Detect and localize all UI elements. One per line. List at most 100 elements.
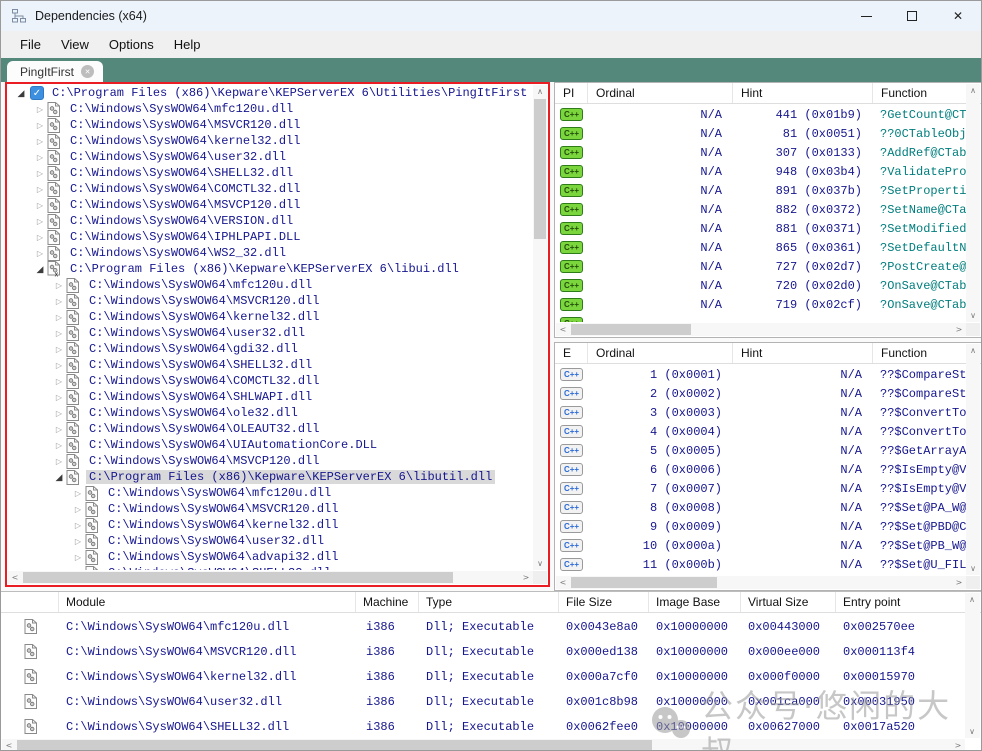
exports-vertical-scrollbar[interactable]	[966, 344, 980, 575]
tree-row[interactable]: C:\Windows\SysWOW64\WS2_32.dll	[8, 245, 532, 261]
tree-row[interactable]: C:\Windows\SysWOW64\kernel32.dll	[8, 517, 532, 533]
tree-row[interactable]: C:\Windows\SysWOW64\MSVCR120.dll	[8, 501, 532, 517]
scroll-down-icon[interactable]	[965, 725, 979, 738]
scroll-up-icon[interactable]	[966, 84, 980, 97]
import-row[interactable]: C++ N/A 865 (0x0361) ?SetDefaultN	[555, 238, 966, 257]
tree-row[interactable]: C:\Windows\SysWOW64\user32.dll	[8, 149, 532, 165]
tree-row[interactable]: C:\Windows\SysWOW64\SHELL32.dll	[8, 357, 532, 373]
tree-row[interactable]: x C:\Program Files (x86)\Kepware\KEPServ…	[8, 261, 532, 277]
tree-row[interactable]: C:\Windows\SysWOW64\MSVCR120.dll	[8, 117, 532, 133]
column-header-pi[interactable]: PI	[555, 83, 588, 103]
tree-row[interactable]: C:\Windows\SysWOW64\MSVCP120.dll	[8, 453, 532, 469]
tree-row[interactable]: C:\Windows\SysWOW64\COMCTL32.dll	[8, 373, 532, 389]
module-row[interactable]: C:\Windows\SysWOW64\user32.dll i386 Dll;…	[1, 689, 965, 714]
tree-row[interactable]: C:\Windows\SysWOW64\user32.dll	[8, 533, 532, 549]
menu-file[interactable]: File	[10, 31, 51, 58]
export-row[interactable]: C++ 11 (0x000b) N/A ??$Set@U_FIL	[555, 555, 966, 574]
scroll-down-icon[interactable]	[966, 562, 980, 575]
column-header-ordinal[interactable]: Ordinal	[588, 343, 733, 363]
column-header-ordinal[interactable]: Ordinal	[588, 83, 733, 103]
export-row[interactable]: C++ 9 (0x0009) N/A ??$Set@PBD@C	[555, 517, 966, 536]
scroll-up-icon[interactable]	[965, 593, 979, 606]
import-row[interactable]: C++	[555, 314, 966, 322]
tab-pingitfirst[interactable]: PingItFirst	[7, 61, 103, 82]
export-row[interactable]: C++ 3 (0x0003) N/A ??$ConvertTo	[555, 403, 966, 422]
tree-vertical-scrollbar[interactable]	[533, 85, 547, 570]
column-header-type[interactable]: Type	[419, 592, 559, 612]
export-row[interactable]: C++ 4 (0x0004) N/A ??$ConvertTo	[555, 422, 966, 441]
export-row[interactable]: C++ 8 (0x0008) N/A ??$Set@PA_W@	[555, 498, 966, 517]
column-header-virtualsize[interactable]: Virtual Size	[741, 592, 836, 612]
modules-hscroll-thumb[interactable]	[17, 740, 652, 750]
column-header-hint[interactable]: Hint	[733, 343, 873, 363]
column-header-e[interactable]: E	[555, 343, 588, 363]
tree-row[interactable]: C:\Windows\SysWOW64\advapi32.dll	[8, 549, 532, 565]
modules-vertical-scrollbar[interactable]	[965, 593, 980, 738]
export-row[interactable]: C++ 2 (0x0002) N/A ??$CompareSt	[555, 384, 966, 403]
import-row[interactable]: C++ N/A 881 (0x0371) ?SetModified	[555, 219, 966, 238]
tree-row[interactable]: C:\Windows\SysWOW64\gdi32.dll	[8, 341, 532, 357]
module-row[interactable]: C:\Windows\SysWOW64\mfc120u.dll i386 Dll…	[1, 614, 965, 639]
import-row[interactable]: C++ N/A 720 (0x02d0) ?OnSave@CTab	[555, 276, 966, 295]
column-header-module[interactable]: Module	[59, 592, 356, 612]
close-button[interactable]	[935, 1, 981, 31]
scroll-right-icon[interactable]	[952, 323, 966, 336]
scroll-right-icon[interactable]	[952, 576, 966, 589]
tree-row[interactable]: C:\Windows\SysWOW64\MSVCP120.dll	[8, 197, 532, 213]
checkbox-checked-icon[interactable]	[30, 86, 44, 100]
tree-row[interactable]: C:\Windows\SysWOW64\IPHLPAPI.DLL	[8, 229, 532, 245]
tree-row[interactable]: C:\Program Files (x86)\Kepware\KEPServer…	[8, 85, 532, 101]
tree-vscroll-thumb[interactable]	[534, 99, 546, 239]
scroll-down-icon[interactable]	[966, 309, 980, 322]
export-row[interactable]: C++ 6 (0x0006) N/A ??$IsEmpty@V	[555, 460, 966, 479]
imports-vertical-scrollbar[interactable]	[966, 84, 980, 322]
export-row[interactable]: C++ 1 (0x0001) N/A ??$CompareSt	[555, 365, 966, 384]
import-row[interactable]: C++ N/A 441 (0x01b9) ?GetCount@CT	[555, 105, 966, 124]
tree-row[interactable]: C:\Windows\SysWOW64\UIAutomationCore.DLL	[8, 437, 532, 453]
chevron-expanded-icon[interactable]	[33, 260, 47, 278]
tree-row[interactable]: C:\Windows\SysWOW64\kernel32.dll	[8, 133, 532, 149]
tree-row[interactable]: C:\Windows\SysWOW64\mfc120u.dll	[8, 277, 532, 293]
export-row[interactable]: C++ 7 (0x0007) N/A ??$IsEmpty@V	[555, 479, 966, 498]
menu-options[interactable]: Options	[99, 31, 164, 58]
import-row[interactable]: C++ N/A 81 (0x0051) ??0CTableObj	[555, 124, 966, 143]
column-header-filesize[interactable]: File Size	[559, 592, 649, 612]
tree-row[interactable]: C:\Windows\SysWOW64\ole32.dll	[8, 405, 532, 421]
tab-close-icon[interactable]	[81, 65, 94, 78]
import-row[interactable]: C++ N/A 307 (0x0133) ?AddRef@CTab	[555, 143, 966, 162]
export-row[interactable]: C++ 10 (0x000a) N/A ??$Set@PB_W@	[555, 536, 966, 555]
menu-help[interactable]: Help	[164, 31, 211, 58]
tree-horizontal-scrollbar[interactable]	[8, 571, 533, 584]
column-header-entrypoint[interactable]: Entry point	[836, 592, 965, 612]
exports-hscroll-thumb[interactable]	[571, 577, 717, 588]
tree-row[interactable]: C:\Windows\SysWOW64\mfc120u.dll	[8, 485, 532, 501]
tree-row[interactable]: C:\Windows\SysWOW64\SHELL32.dll	[8, 165, 532, 181]
import-row[interactable]: C++ N/A 719 (0x02cf) ?OnSave@CTab	[555, 295, 966, 314]
tree-row[interactable]: C:\Program Files (x86)\Kepware\KEPServer…	[8, 469, 532, 485]
scroll-up-icon[interactable]	[533, 85, 547, 98]
menu-view[interactable]: View	[51, 31, 99, 58]
modules-horizontal-scrollbar[interactable]	[2, 739, 965, 751]
column-header-function[interactable]: Function	[873, 83, 966, 103]
scroll-left-icon[interactable]	[556, 576, 570, 589]
import-row[interactable]: C++ N/A 882 (0x0372) ?SetName@CTa	[555, 200, 966, 219]
column-header-machine[interactable]: Machine	[356, 592, 419, 612]
module-row[interactable]: C:\Windows\SysWOW64\MSVCR120.dll i386 Dl…	[1, 639, 965, 664]
scroll-right-icon[interactable]	[951, 739, 965, 751]
chevron-expanded-icon[interactable]	[52, 468, 66, 486]
imports-horizontal-scrollbar[interactable]	[556, 323, 966, 336]
scroll-left-icon[interactable]	[8, 571, 22, 584]
column-header-hint[interactable]: Hint	[733, 83, 873, 103]
tree-row[interactable]: C:\Windows\SysWOW64\mfc120u.dll	[8, 101, 532, 117]
export-row[interactable]: C++ 5 (0x0005) N/A ??$GetArrayA	[555, 441, 966, 460]
import-row[interactable]: C++ N/A 948 (0x03b4) ?ValidatePro	[555, 162, 966, 181]
tree-row[interactable]: C:\Windows\SysWOW64\COMCTL32.dll	[8, 181, 532, 197]
tree-row[interactable]: C:\Windows\SysWOW64\kernel32.dll	[8, 309, 532, 325]
chevron-expanded-icon[interactable]	[14, 85, 28, 102]
module-row[interactable]: C:\Windows\SysWOW64\kernel32.dll i386 Dl…	[1, 664, 965, 689]
minimize-button[interactable]	[843, 1, 889, 31]
import-row[interactable]: C++ N/A 727 (0x02d7) ?PostCreate@	[555, 257, 966, 276]
tree-row[interactable]: C:\Windows\SysWOW64\MSVCR120.dll	[8, 293, 532, 309]
tree-row[interactable]: C:\Windows\SysWOW64\OLEAUT32.dll	[8, 421, 532, 437]
scroll-left-icon[interactable]	[556, 323, 570, 336]
